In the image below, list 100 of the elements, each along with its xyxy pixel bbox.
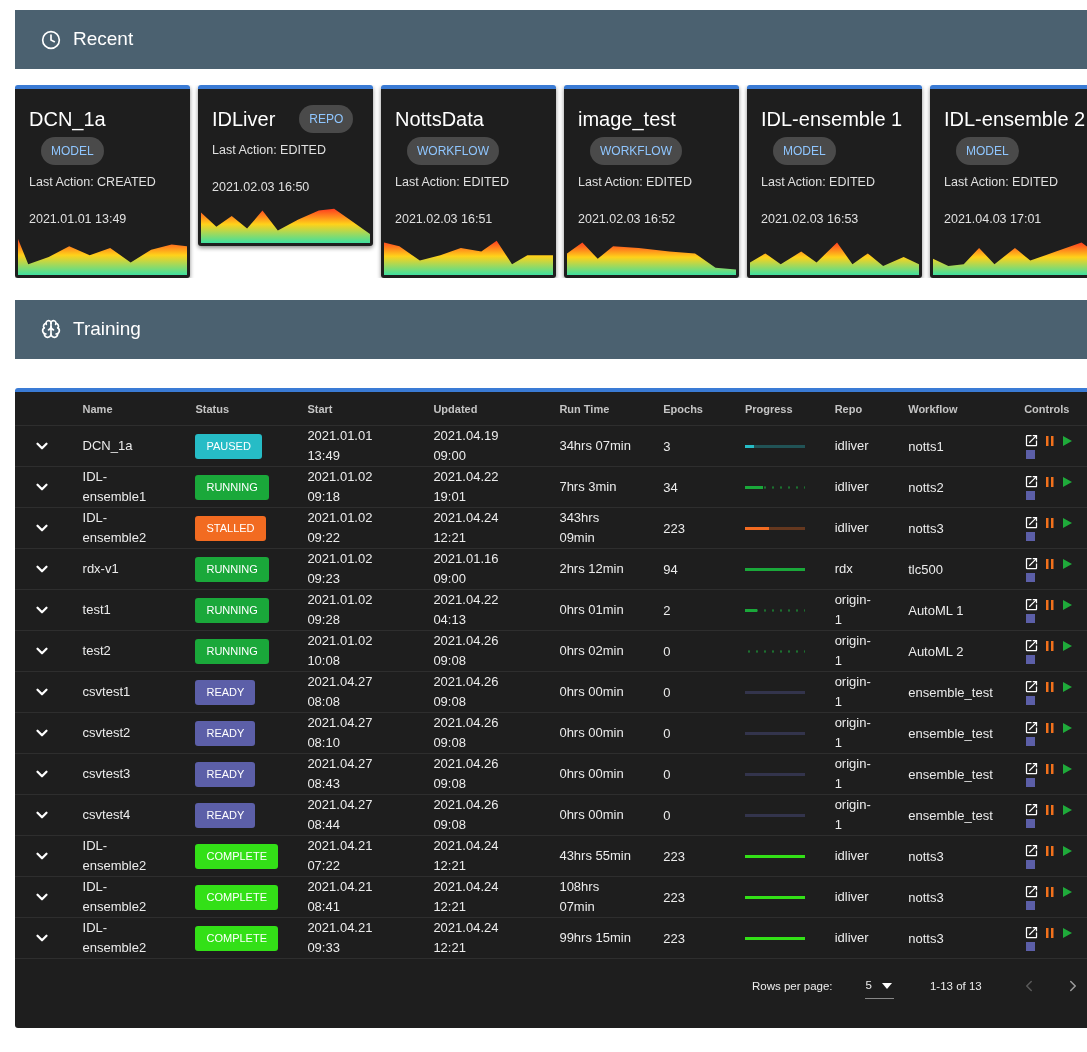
card-title: DCN_1a bbox=[29, 107, 106, 133]
stop-icon[interactable] bbox=[1026, 532, 1036, 541]
stop-icon[interactable] bbox=[1026, 614, 1036, 623]
stop-icon[interactable] bbox=[1026, 901, 1036, 910]
table-cell-text: 99hrs 15min bbox=[559, 929, 632, 947]
table-cell-text: IDL-ensemble1 bbox=[82, 468, 148, 506]
pause-icon[interactable] bbox=[1045, 762, 1056, 775]
table-cell-text: 0hrs 00min bbox=[559, 806, 625, 824]
play-icon[interactable] bbox=[1061, 721, 1074, 734]
table-cell-text: 2021.04.21 08:41 bbox=[307, 878, 374, 916]
recent-card[interactable]: IDLiver REPO Last Action: EDITED 2021.02.03 16:50 bbox=[198, 85, 373, 246]
table-cell-text: 2021.04.24 12:21 bbox=[433, 837, 500, 875]
table-cell-text: 2021.01.02 09:28 bbox=[307, 591, 374, 629]
play-icon[interactable] bbox=[1061, 516, 1074, 529]
table-cell-text: IDL-ensemble2 bbox=[82, 878, 148, 916]
recent-card[interactable]: IDL-ensemble 2 MODEL Last Action: EDITED 2021.04.03 17:01 bbox=[930, 85, 1087, 278]
open-icon[interactable] bbox=[1024, 843, 1040, 858]
pause-icon[interactable] bbox=[1045, 639, 1056, 652]
recent-card[interactable]: DCN_1a MODEL Last Action: CREATED 2021.01.01 13:49 bbox=[15, 85, 190, 278]
stop-icon[interactable] bbox=[1026, 942, 1036, 951]
recent-card[interactable]: IDL-ensemble 1 MODEL Last Action: EDITED 2021.02.03 16:53 bbox=[747, 85, 922, 278]
table-cell: 223 bbox=[663, 849, 685, 864]
table-cell: AutoML 1 bbox=[908, 603, 964, 618]
play-icon[interactable] bbox=[1061, 557, 1074, 570]
status-badge: COMPLETE bbox=[195, 885, 278, 910]
open-icon[interactable] bbox=[1024, 474, 1040, 489]
status-badge: STALLED bbox=[195, 516, 266, 541]
last-action-text: Last Action: EDITED bbox=[578, 174, 693, 191]
pause-icon[interactable] bbox=[1045, 885, 1056, 898]
pause-icon[interactable] bbox=[1045, 721, 1056, 734]
stop-icon[interactable] bbox=[1026, 450, 1036, 459]
card-title: IDL-ensemble 2 bbox=[944, 107, 1086, 132]
pause-icon[interactable] bbox=[1045, 803, 1056, 816]
table-cell-text: 2021.04.22 04:13 bbox=[433, 591, 500, 629]
column-header: Controls bbox=[1024, 403, 1070, 416]
table-cell-text: 2021.04.26 09:08 bbox=[433, 796, 500, 834]
open-icon[interactable] bbox=[1024, 433, 1040, 448]
table-cell: tlc500 bbox=[908, 562, 943, 577]
table-cell: 3 bbox=[663, 439, 671, 454]
play-icon[interactable] bbox=[1061, 803, 1074, 816]
open-icon[interactable] bbox=[1024, 597, 1040, 612]
pause-icon[interactable] bbox=[1045, 434, 1056, 447]
stop-icon[interactable] bbox=[1026, 491, 1036, 500]
stop-icon[interactable] bbox=[1026, 819, 1036, 828]
open-icon[interactable] bbox=[1024, 884, 1040, 899]
table-cell-text: idliver bbox=[834, 929, 870, 947]
open-icon[interactable] bbox=[1024, 638, 1040, 653]
column-header: Updated bbox=[433, 403, 478, 416]
open-icon[interactable] bbox=[1024, 556, 1040, 571]
stop-icon[interactable] bbox=[1026, 860, 1036, 869]
table-cell-text: 2021.04.19 09:00 bbox=[433, 427, 500, 465]
play-icon[interactable] bbox=[1061, 434, 1074, 447]
play-icon[interactable] bbox=[1061, 885, 1074, 898]
table-cell-text: 108hrs 07min bbox=[559, 878, 601, 916]
play-icon[interactable] bbox=[1061, 598, 1074, 611]
play-icon[interactable] bbox=[1061, 639, 1074, 652]
stop-icon[interactable] bbox=[1026, 573, 1036, 582]
open-icon[interactable] bbox=[1024, 720, 1040, 735]
play-icon[interactable] bbox=[1061, 762, 1074, 775]
stop-icon[interactable] bbox=[1026, 655, 1036, 664]
stop-icon[interactable] bbox=[1026, 737, 1036, 746]
stop-icon[interactable] bbox=[1026, 696, 1036, 705]
pause-icon[interactable] bbox=[1045, 516, 1056, 529]
table-cell-text: 2021.04.21 09:33 bbox=[307, 919, 374, 957]
last-action-text: Last Action: CREATED bbox=[29, 174, 157, 191]
pause-icon[interactable] bbox=[1045, 475, 1056, 488]
open-icon[interactable] bbox=[1024, 515, 1040, 530]
open-icon[interactable] bbox=[1024, 925, 1040, 940]
table-cell-text: 2021.04.26 09:08 bbox=[433, 673, 500, 711]
table-cell-text: 2021.04.27 08:43 bbox=[307, 755, 374, 793]
type-chip: MODEL bbox=[41, 137, 104, 165]
play-icon[interactable] bbox=[1061, 926, 1074, 939]
table-cell: 223 bbox=[663, 521, 685, 536]
stop-icon[interactable] bbox=[1026, 778, 1036, 787]
table-cell: 0 bbox=[663, 644, 671, 659]
pause-icon[interactable] bbox=[1045, 598, 1056, 611]
table-cell-text: 0hrs 00min bbox=[559, 724, 625, 742]
date-text: 2021.04.03 17:01 bbox=[944, 210, 1043, 228]
rows-per-page-label: Rows per page: bbox=[752, 978, 833, 994]
pause-icon[interactable] bbox=[1045, 557, 1056, 570]
type-chip: WORKFLOW bbox=[590, 137, 682, 165]
table-cell: 0 bbox=[663, 808, 671, 823]
play-icon[interactable] bbox=[1061, 680, 1074, 693]
status-badge: COMPLETE bbox=[195, 926, 278, 951]
pause-icon[interactable] bbox=[1045, 926, 1056, 939]
rows-per-page-select[interactable]: 5 bbox=[864, 973, 894, 1000]
open-icon[interactable] bbox=[1024, 679, 1040, 694]
table-cell-text: 2021.01.02 09:18 bbox=[307, 468, 374, 506]
recent-card[interactable]: image_test WORKFLOW Last Action: EDITED 2021.02.03 16:52 bbox=[564, 85, 739, 278]
pause-icon[interactable] bbox=[1045, 680, 1056, 693]
last-action-text: Last Action: EDITED bbox=[944, 174, 1059, 191]
play-icon[interactable] bbox=[1061, 475, 1074, 488]
type-chip: REPO bbox=[299, 105, 354, 133]
play-icon[interactable] bbox=[1061, 844, 1074, 857]
column-header: Start bbox=[307, 403, 333, 416]
recent-card[interactable]: NottsData WORKFLOW Last Action: EDITED 2021.02.03 16:51 bbox=[381, 85, 556, 278]
table-cell-text: 2021.04.27 08:44 bbox=[307, 796, 374, 834]
open-icon[interactable] bbox=[1024, 802, 1040, 817]
pause-icon[interactable] bbox=[1045, 844, 1056, 857]
open-icon[interactable] bbox=[1024, 761, 1040, 776]
